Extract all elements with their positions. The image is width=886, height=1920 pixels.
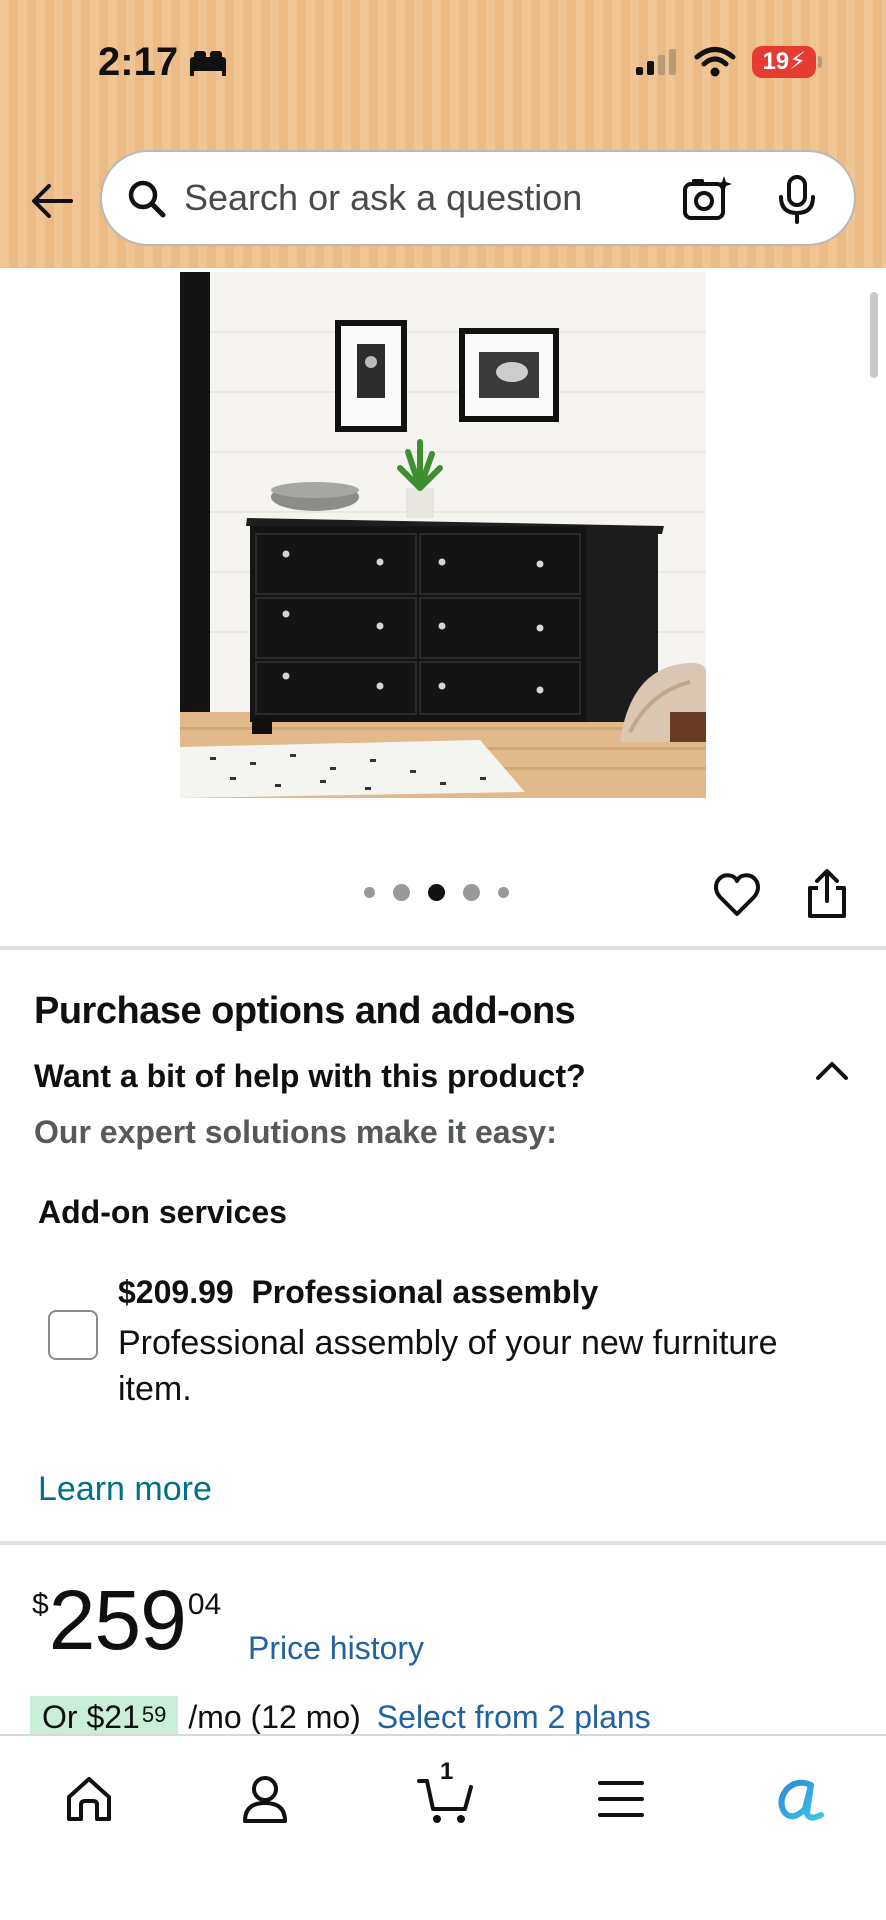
- addon-price: $209.99: [118, 1274, 234, 1310]
- nav-rufus[interactable]: [762, 1764, 832, 1834]
- bottom-navigation: 1: [0, 1734, 886, 1920]
- price-history-link[interactable]: Price history: [248, 1630, 424, 1667]
- learn-more-link[interactable]: Learn more: [38, 1470, 212, 1509]
- charging-icon: ⚡: [789, 48, 806, 75]
- nav-cart[interactable]: 1: [410, 1758, 480, 1834]
- pagination-dot[interactable]: [498, 887, 509, 898]
- microphone-icon[interactable]: [770, 172, 824, 226]
- purchase-options-title: Purchase options and add-ons: [34, 990, 576, 1032]
- cart-count-badge: 1: [440, 1758, 454, 1785]
- search-icon: [122, 174, 170, 222]
- wishlist-heart-icon[interactable]: [712, 870, 762, 920]
- sleep-mode-icon: [190, 50, 227, 76]
- chevron-up-icon[interactable]: [814, 1056, 850, 1084]
- pagination-dot[interactable]: [393, 884, 410, 901]
- section-divider: [0, 1541, 886, 1545]
- price-fraction: 04: [187, 1588, 222, 1621]
- back-arrow-icon: [32, 184, 73, 218]
- monthly-price-badge: Or $21 59: [30, 1696, 179, 1736]
- status-time-text: 2:17: [98, 40, 179, 84]
- rufus-icon: [778, 1779, 824, 1821]
- battery-level: 19: [762, 48, 790, 75]
- help-question: Want a bit of help with this product?: [34, 1058, 586, 1094]
- pagination-dot[interactable]: [364, 887, 375, 898]
- nav-account[interactable]: [230, 1764, 300, 1834]
- app-header: 2:17 19⚡: [0, 0, 886, 268]
- expert-solutions-text: Our expert solutions make it easy:: [34, 1114, 557, 1150]
- addon-description: Professional assembly of your new furnit…: [118, 1324, 778, 1408]
- status-bar-right: 19⚡: [634, 46, 822, 78]
- dresser-photo: [180, 272, 706, 798]
- status-bar-time: 2:17: [98, 40, 228, 85]
- price-whole: 259: [48, 1573, 187, 1667]
- image-pagination-dots[interactable]: [364, 884, 509, 901]
- home-icon: [67, 1777, 111, 1821]
- select-plans-link[interactable]: Select from 2 plans: [377, 1699, 651, 1736]
- monthly-payment-line: Or $21 59 /mo (12 mo) Select from 2 plans: [30, 1696, 651, 1736]
- monthly-prefix: Or $: [42, 1699, 105, 1735]
- section-divider: [0, 946, 886, 950]
- product-price: $ 259 04: [32, 1578, 221, 1662]
- addon-services-heading: Add-on services: [38, 1194, 287, 1230]
- signal-icon: [636, 49, 677, 75]
- menu-icon: [598, 1781, 644, 1817]
- account-icon: [243, 1776, 287, 1823]
- search-bar[interactable]: [100, 150, 856, 246]
- monthly-whole: 21: [104, 1699, 140, 1735]
- product-image[interactable]: [180, 272, 706, 798]
- monthly-term: /mo (12 mo): [188, 1699, 361, 1735]
- battery-indicator: 19⚡: [752, 46, 822, 78]
- back-button[interactable]: [26, 176, 76, 226]
- nav-menu[interactable]: [586, 1764, 656, 1834]
- camera-search-icon[interactable]: [680, 172, 734, 226]
- price-currency: $: [32, 1588, 49, 1621]
- pagination-dot-active[interactable]: [428, 884, 445, 901]
- monthly-cents: 59: [141, 1702, 167, 1727]
- pagination-dot[interactable]: [463, 884, 480, 901]
- assembly-checkbox[interactable]: [48, 1310, 98, 1360]
- product-page: 2:17 19⚡ Search or ask a question Purcha…: [0, 0, 886, 1920]
- search-input[interactable]: [184, 177, 664, 219]
- share-icon[interactable]: [804, 868, 850, 920]
- scroll-indicator[interactable]: [870, 292, 878, 378]
- addon-title-line: $209.99 Professional assembly: [118, 1274, 598, 1311]
- addon-name: Professional assembly: [251, 1274, 599, 1310]
- wifi-icon: [694, 47, 736, 77]
- nav-home[interactable]: [54, 1764, 124, 1834]
